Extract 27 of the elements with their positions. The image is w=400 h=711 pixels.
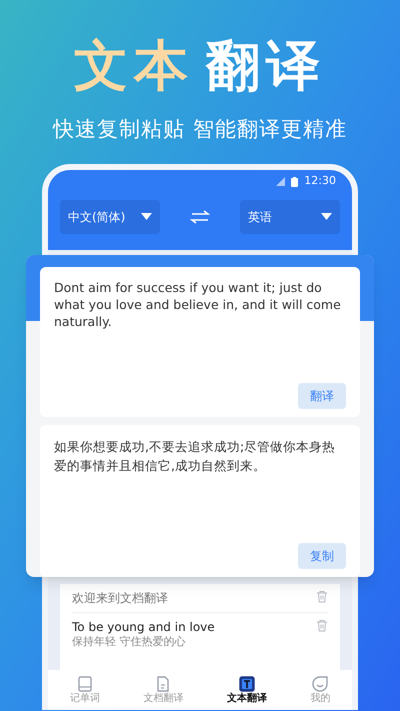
headline-text: 翻译 — [206, 39, 326, 93]
nav-tab[interactable]: 我的 — [310, 674, 330, 704]
nav-tab[interactable]: 文档翻译 — [143, 674, 184, 704]
caret-icon — [321, 213, 332, 220]
subtitle-text: 快速复制粘贴 智能翻译更精准 — [53, 116, 347, 143]
swap-icon[interactable] — [190, 210, 210, 224]
copy-button[interactable]: 复制 — [298, 543, 346, 569]
source-text: Dont aim for success if you want it; just do what you love and believe in, and it will come naturally. — [54, 279, 342, 330]
history-translation-text: 保持年轻 守住热爱的心 — [72, 634, 186, 648]
history-source-text: To be young and in love — [72, 618, 215, 634]
smile-icon — [311, 674, 330, 692]
text-icon — [238, 674, 256, 692]
book-icon — [76, 674, 94, 692]
clock-time: 12:30 — [304, 173, 336, 190]
trash-icon[interactable] — [316, 590, 328, 602]
translate-button[interactable]: 翻译 — [298, 383, 346, 409]
target-language-dropdown[interactable]: 英语 — [240, 200, 340, 234]
battery-icon — [291, 176, 298, 186]
translated-text: 如果你想要成功,不要去追求成功;尽管做你本身热爱的事情并且相信它,成功自然到来。 — [54, 438, 336, 475]
caret-icon — [141, 213, 152, 220]
history-source-text: 欢迎来到文档翻译 — [72, 590, 168, 606]
source-language-dropdown[interactable]: 中文(简体) — [60, 200, 160, 234]
headline-text: 文本 — [74, 39, 194, 93]
nav-tab[interactable]: 文本翻译 — [226, 674, 267, 704]
trash-icon[interactable] — [316, 618, 328, 632]
nav-tab[interactable]: 记单词 — [70, 674, 100, 704]
signal-icon — [276, 177, 286, 186]
